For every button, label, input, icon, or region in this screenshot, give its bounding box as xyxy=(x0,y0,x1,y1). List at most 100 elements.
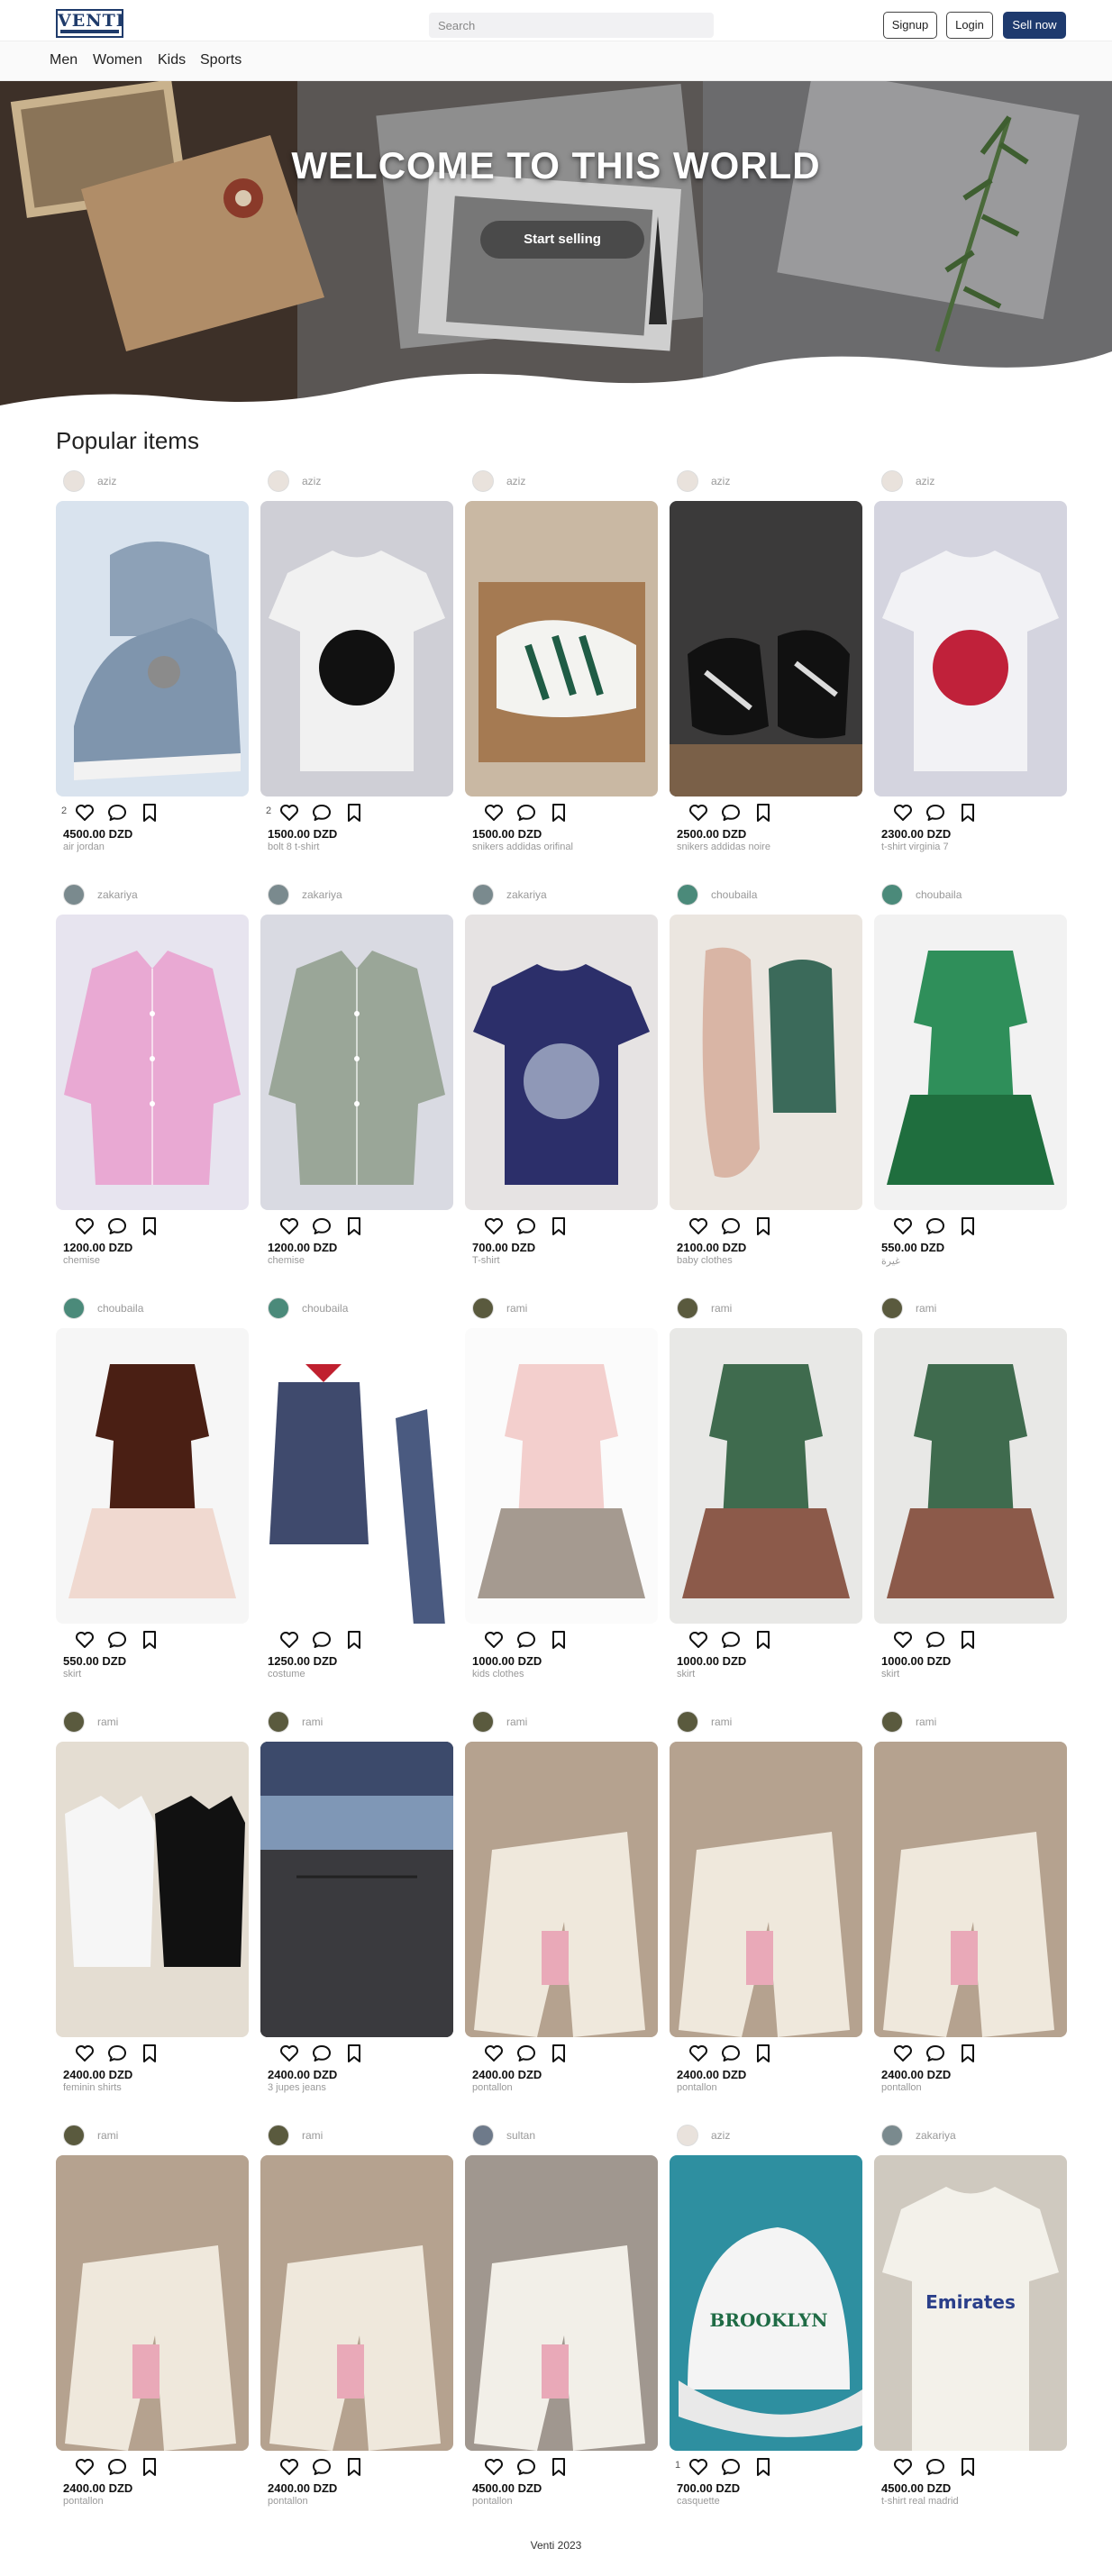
comment-icon[interactable] xyxy=(311,802,333,824)
product-image[interactable] xyxy=(260,1328,453,1624)
comment-icon[interactable] xyxy=(515,2043,537,2064)
bookmark-icon[interactable] xyxy=(752,2043,774,2064)
comment-icon[interactable] xyxy=(106,1215,128,1237)
seller-name[interactable]: rami xyxy=(302,2129,323,2142)
heart-icon[interactable] xyxy=(74,802,96,824)
heart-icon[interactable] xyxy=(278,802,300,824)
seller-avatar[interactable] xyxy=(677,1297,698,1319)
product-card[interactable]: rami 1000.00 DZD skirt xyxy=(874,1296,1067,1679)
bookmark-icon[interactable] xyxy=(139,2456,160,2478)
product-card[interactable]: choubaila 1250.00 DZD costume xyxy=(260,1296,453,1679)
seller-info[interactable]: choubaila xyxy=(874,882,1067,907)
product-image[interactable] xyxy=(56,2155,249,2451)
seller-name[interactable]: aziz xyxy=(302,475,321,487)
seller-info[interactable]: rami xyxy=(670,1709,862,1734)
seller-info[interactable]: aziz xyxy=(260,469,453,494)
product-card[interactable]: aziz BROOKLYN 1 700.00 DZD casquette xyxy=(670,2123,862,2507)
product-image[interactable] xyxy=(874,915,1067,1210)
comment-icon[interactable] xyxy=(106,1629,128,1651)
product-image[interactable] xyxy=(670,1328,862,1624)
bookmark-icon[interactable] xyxy=(548,2043,570,2064)
product-image[interactable]: BROOKLYN xyxy=(670,2155,862,2451)
comment-icon[interactable] xyxy=(925,2043,946,2064)
seller-info[interactable]: rami xyxy=(56,1709,249,1734)
seller-info[interactable]: rami xyxy=(260,1709,453,1734)
seller-name[interactable]: zakariya xyxy=(916,2129,956,2142)
bookmark-icon[interactable] xyxy=(548,2456,570,2478)
product-card[interactable]: choubaila 550.00 DZD غيرة xyxy=(874,882,1067,1267)
seller-avatar[interactable] xyxy=(472,1297,494,1319)
bookmark-icon[interactable] xyxy=(139,1215,160,1237)
seller-avatar[interactable] xyxy=(881,1711,903,1733)
seller-info[interactable]: choubaila xyxy=(670,882,862,907)
heart-icon[interactable] xyxy=(688,2043,709,2064)
seller-info[interactable]: zakariya xyxy=(874,2123,1067,2148)
seller-name[interactable]: sultan xyxy=(506,2129,535,2142)
product-card[interactable]: aziz 1500.00 DZD snikers addidas orifina… xyxy=(465,469,658,852)
seller-avatar[interactable] xyxy=(677,2125,698,2146)
seller-name[interactable]: choubaila xyxy=(302,1302,348,1315)
product-card[interactable]: aziz 2 1500.00 DZD bolt 8 t-shirt xyxy=(260,469,453,852)
bookmark-icon[interactable] xyxy=(548,1215,570,1237)
comment-icon[interactable] xyxy=(515,1629,537,1651)
seller-name[interactable]: rami xyxy=(506,1302,527,1315)
heart-icon[interactable] xyxy=(74,2043,96,2064)
heart-icon[interactable] xyxy=(483,1215,505,1237)
seller-info[interactable]: rami xyxy=(874,1296,1067,1321)
heart-icon[interactable] xyxy=(74,2456,96,2478)
product-card[interactable]: aziz 2 4500.00 DZD air jordan xyxy=(56,469,249,852)
bookmark-icon[interactable] xyxy=(957,802,979,824)
seller-info[interactable]: aziz xyxy=(56,469,249,494)
seller-name[interactable]: aziz xyxy=(711,2129,730,2142)
comment-icon[interactable] xyxy=(720,2456,742,2478)
seller-info[interactable]: rami xyxy=(465,1709,658,1734)
seller-avatar[interactable] xyxy=(881,1297,903,1319)
seller-info[interactable]: zakariya xyxy=(260,882,453,907)
seller-avatar[interactable] xyxy=(472,2125,494,2146)
product-card[interactable]: choubaila 2100.00 DZD baby clothes xyxy=(670,882,862,1266)
product-image[interactable] xyxy=(260,1742,453,2037)
product-card[interactable]: rami 2400.00 DZD pontallon xyxy=(260,2123,453,2507)
category-sports[interactable]: Sports xyxy=(200,52,242,68)
comment-icon[interactable] xyxy=(106,2043,128,2064)
bookmark-icon[interactable] xyxy=(957,1629,979,1651)
venti-logo[interactable]: VENTI xyxy=(56,9,124,38)
heart-icon[interactable] xyxy=(278,1215,300,1237)
comment-icon[interactable] xyxy=(515,1215,537,1237)
seller-avatar[interactable] xyxy=(63,884,85,906)
seller-name[interactable]: zakariya xyxy=(97,888,138,901)
comment-icon[interactable] xyxy=(925,1629,946,1651)
comment-icon[interactable] xyxy=(925,2456,946,2478)
category-kids[interactable]: Kids xyxy=(158,52,186,68)
login-button[interactable]: Login xyxy=(946,12,993,39)
product-card[interactable]: rami 2400.00 DZD pontallon xyxy=(56,2123,249,2507)
product-card[interactable]: choubaila 550.00 DZD skirt xyxy=(56,1296,249,1679)
comment-icon[interactable] xyxy=(925,1215,946,1237)
product-image[interactable] xyxy=(260,2155,453,2451)
seller-name[interactable]: rami xyxy=(302,1716,323,1728)
seller-info[interactable]: aziz xyxy=(670,2123,862,2148)
seller-avatar[interactable] xyxy=(472,884,494,906)
seller-name[interactable]: rami xyxy=(97,2129,118,2142)
comment-icon[interactable] xyxy=(515,2456,537,2478)
seller-name[interactable]: rami xyxy=(711,1302,732,1315)
seller-name[interactable]: rami xyxy=(916,1716,936,1728)
heart-icon[interactable] xyxy=(688,1215,709,1237)
seller-avatar[interactable] xyxy=(677,1711,698,1733)
heart-icon[interactable] xyxy=(483,802,505,824)
seller-info[interactable]: rami xyxy=(56,2123,249,2148)
seller-avatar[interactable] xyxy=(268,470,289,492)
heart-icon[interactable] xyxy=(892,802,914,824)
signup-button[interactable]: Signup xyxy=(883,12,937,39)
seller-avatar[interactable] xyxy=(268,2125,289,2146)
seller-info[interactable]: rami xyxy=(874,1709,1067,1734)
product-image[interactable] xyxy=(874,501,1067,796)
product-card[interactable]: zakariya 1200.00 DZD chemise xyxy=(56,882,249,1266)
product-card[interactable]: zakariya Emirates 4500.00 DZD t-shirt re… xyxy=(874,2123,1067,2507)
product-card[interactable]: zakariya 1200.00 DZD chemise xyxy=(260,882,453,1266)
product-image[interactable] xyxy=(260,915,453,1210)
product-card[interactable]: zakariya 700.00 DZD T-shirt xyxy=(465,882,658,1266)
bookmark-icon[interactable] xyxy=(343,1629,365,1651)
comment-icon[interactable] xyxy=(720,1215,742,1237)
heart-icon[interactable] xyxy=(74,1215,96,1237)
